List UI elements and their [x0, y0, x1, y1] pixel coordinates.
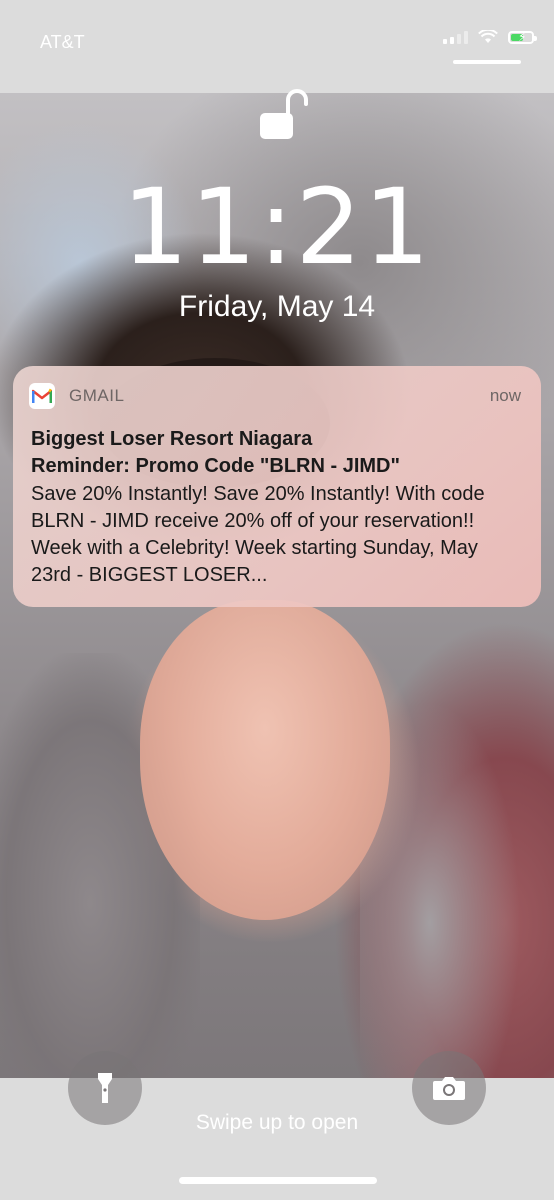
lock-screen-time: 11:21: [122, 166, 432, 288]
swipe-up-hint: Swipe up to open: [195, 1111, 359, 1134]
notification-time: now: [489, 386, 521, 405]
camera-icon: [433, 1077, 465, 1100]
home-indicator[interactable]: [179, 1177, 377, 1184]
notification-title-line1: Biggest Loser Resort Niagara: [31, 428, 313, 450]
charging-bolt-icon: ⚡: [518, 29, 527, 44]
cellular-signal-icon: [443, 30, 468, 44]
gmail-icon: [29, 383, 55, 409]
wifi-icon: [478, 30, 498, 43]
lock-screen-date: Friday, May 14: [178, 290, 376, 323]
notification-app-name: GMAIL: [69, 386, 125, 405]
carrier-label: AT&T: [40, 32, 85, 52]
battery-icon: ⚡: [508, 29, 537, 44]
notification-header: GMAIL now: [29, 383, 521, 409]
control-center-indicator[interactable]: [453, 60, 521, 64]
wallpaper-face: [140, 600, 390, 920]
status-bar: AT&T ⚡: [0, 0, 554, 93]
status-icons: ⚡: [443, 29, 537, 44]
notification-title: Biggest Loser Resort Niagara Reminder: P…: [31, 426, 523, 480]
notification-title-line2: Reminder: Promo Code "BLRN - JIMD": [31, 455, 400, 477]
notification-body: Save 20% Instantly! Save 20% Instantly! …: [31, 483, 485, 586]
gmail-notification[interactable]: GMAIL now Biggest Loser Resort Niagara R…: [13, 366, 541, 607]
lock-screen: AT&T ⚡ 11:21 Friday, May 14 GMAIL now Bi…: [0, 0, 554, 1200]
unlocked-lock-icon: [260, 89, 308, 139]
flashlight-icon: [98, 1073, 112, 1103]
